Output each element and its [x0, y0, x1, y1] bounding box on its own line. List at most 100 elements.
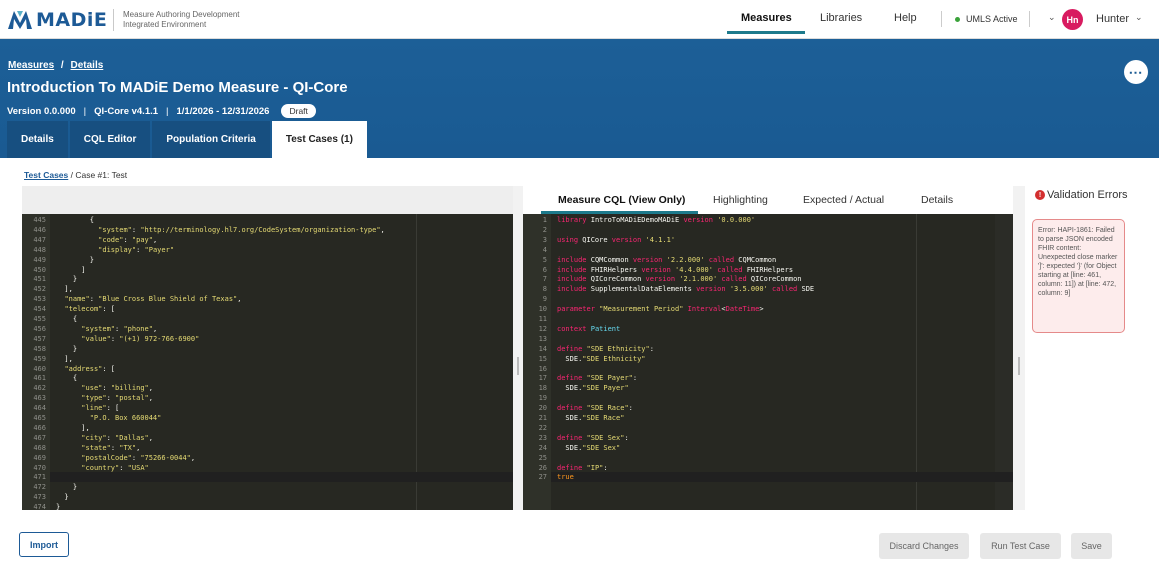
line-number: 467 [33, 433, 46, 442]
code-text: "display": "Payer" [98, 245, 175, 254]
discard-changes-button[interactable]: Discard Changes [879, 533, 969, 559]
line-number: 451 [33, 275, 46, 284]
cql-line: 20 define "SDE Race": [523, 403, 1013, 413]
line-number: 464 [33, 404, 46, 413]
json-line: 452 ], [22, 284, 513, 294]
line-number: 2 [542, 225, 547, 234]
cql-line: 1 library IntroToMADiEDemoMADiE version '… [523, 215, 1013, 225]
tab-population-criteria[interactable]: Population Criteria [152, 121, 270, 158]
line-number: 4 [542, 245, 547, 254]
code-text: "country": "USA" [81, 463, 149, 472]
validation-title: ! Validation Errors [1035, 189, 1128, 201]
top-navbar: MADiE Measure Authoring Development Inte… [0, 0, 1159, 39]
cql-line: 8 include SupplementalDataElements versio… [523, 284, 1013, 294]
cql-viewer[interactable]: 1 library IntroToMADiEDemoMADiE version '… [523, 214, 1013, 510]
madie-logo[interactable]: MADiE [8, 9, 107, 31]
nav-measures[interactable]: Measures [741, 12, 792, 24]
nav-libraries[interactable]: Libraries [820, 12, 862, 24]
cql-line: 12 context Patient [523, 324, 1013, 334]
cql-line: 22 [523, 423, 1013, 433]
error-icon: ! [1035, 190, 1045, 200]
line-number: 470 [33, 463, 46, 472]
code-text: } [56, 503, 61, 510]
tab-highlighting[interactable]: Highlighting [713, 194, 768, 206]
tab-cql-editor[interactable]: CQL Editor [69, 121, 151, 158]
breadcrumb: Measures / Details [8, 60, 103, 71]
meta-separator: | [166, 105, 169, 117]
line-number: 18 [538, 384, 547, 393]
line-number: 473 [33, 493, 46, 502]
cql-line: 4 [523, 245, 1013, 255]
code-text: SDE."SDE Ethnicity" [557, 354, 646, 363]
code-text: define "SDE Sex": [557, 433, 629, 442]
breadcrumb-separator: / [60, 60, 64, 71]
line-number: 457 [33, 334, 46, 343]
run-test-case-button[interactable]: Run Test Case [980, 533, 1061, 559]
save-button[interactable]: Save [1071, 533, 1112, 559]
tab-test-cases[interactable]: Test Cases (1) [271, 121, 367, 158]
drag-handle-icon[interactable] [517, 357, 519, 375]
breadcrumb-test-cases[interactable]: Test Cases [24, 170, 68, 180]
tab-details-right[interactable]: Details [921, 194, 953, 206]
json-line: 464 "line": [ [22, 403, 513, 413]
line-number: 12 [538, 324, 547, 333]
tab-details[interactable]: Details [7, 121, 68, 158]
more-horizontal-icon[interactable]: ⋯ [1124, 60, 1148, 84]
line-number: 6 [542, 265, 547, 274]
line-number: 24 [538, 443, 547, 452]
chevron-down-icon[interactable]: ⌄ [1135, 12, 1143, 23]
json-line: 455 { [22, 314, 513, 324]
line-number: 463 [33, 394, 46, 403]
left-splitter[interactable] [513, 186, 523, 510]
cql-line: 9 [523, 294, 1013, 304]
import-button[interactable]: Import [19, 532, 69, 557]
cql-line: 11 [523, 314, 1013, 324]
json-editor[interactable]: 445 {446 "system": "http://terminology.h… [22, 214, 513, 510]
line-number: 471 [33, 473, 46, 482]
avatar[interactable]: Hn [1062, 9, 1083, 30]
json-line: 446 "system": "http://terminology.hl7.or… [22, 225, 513, 235]
measure-meta: Version 0.0.000 | QI-Core v4.1.1 | 1/1/2… [7, 104, 316, 118]
cql-line: 10 parameter "Measurement Period" Interva… [523, 304, 1013, 314]
line-number: 10 [538, 305, 547, 314]
chevron-down-icon[interactable]: ⌄ [1048, 12, 1056, 23]
line-number: 452 [33, 285, 46, 294]
line-number: 448 [33, 245, 46, 254]
username[interactable]: Hunter [1096, 13, 1129, 25]
cql-line: 18 SDE."SDE Payer" [523, 383, 1013, 393]
line-number: 14 [538, 344, 547, 353]
umls-status[interactable]: UMLS Active [955, 14, 1018, 24]
line-number: 462 [33, 384, 46, 393]
madie-logo-icon [8, 11, 32, 29]
right-splitter[interactable] [1013, 186, 1025, 510]
json-line: 471 [22, 472, 513, 482]
json-line: 474} [22, 502, 513, 510]
code-text: define "SDE Race": [557, 404, 633, 413]
breadcrumb-measures[interactable]: Measures [8, 60, 54, 71]
code-text: "postalCode": "75266-0044", [81, 453, 196, 462]
page-title: Introduction To MADiE Demo Measure - QI-… [7, 79, 348, 96]
nav-help[interactable]: Help [894, 12, 917, 24]
measure-header: Measures / Details Introduction To MADiE… [0, 39, 1159, 158]
code-text: "line": [ [81, 404, 120, 413]
json-line: 458 } [22, 344, 513, 354]
line-number: 20 [538, 404, 547, 413]
cql-line: 21 SDE."SDE Race" [523, 413, 1013, 423]
status-dot-icon [955, 16, 960, 22]
line-number: 460 [33, 364, 46, 373]
tab-expected-actual[interactable]: Expected / Actual [803, 194, 884, 206]
tab-measure-cql[interactable]: Measure CQL (View Only) [558, 194, 685, 206]
line-number: 27 [538, 473, 547, 482]
drag-handle-icon[interactable] [1018, 357, 1020, 375]
json-line: 466 ], [22, 423, 513, 433]
json-line: 447 "code": "pay", [22, 235, 513, 245]
breadcrumb-details[interactable]: Details [70, 60, 103, 71]
code-text: true [557, 473, 574, 482]
code-text: ], [56, 423, 90, 432]
test-case-breadcrumb: Test Cases / Case #1: Test [24, 170, 127, 180]
line-number: 16 [538, 364, 547, 373]
line-number: 469 [33, 453, 46, 462]
code-text: define "IP": [557, 463, 608, 472]
code-text: SDE."SDE Sex" [557, 443, 621, 452]
cql-line: 13 [523, 334, 1013, 344]
